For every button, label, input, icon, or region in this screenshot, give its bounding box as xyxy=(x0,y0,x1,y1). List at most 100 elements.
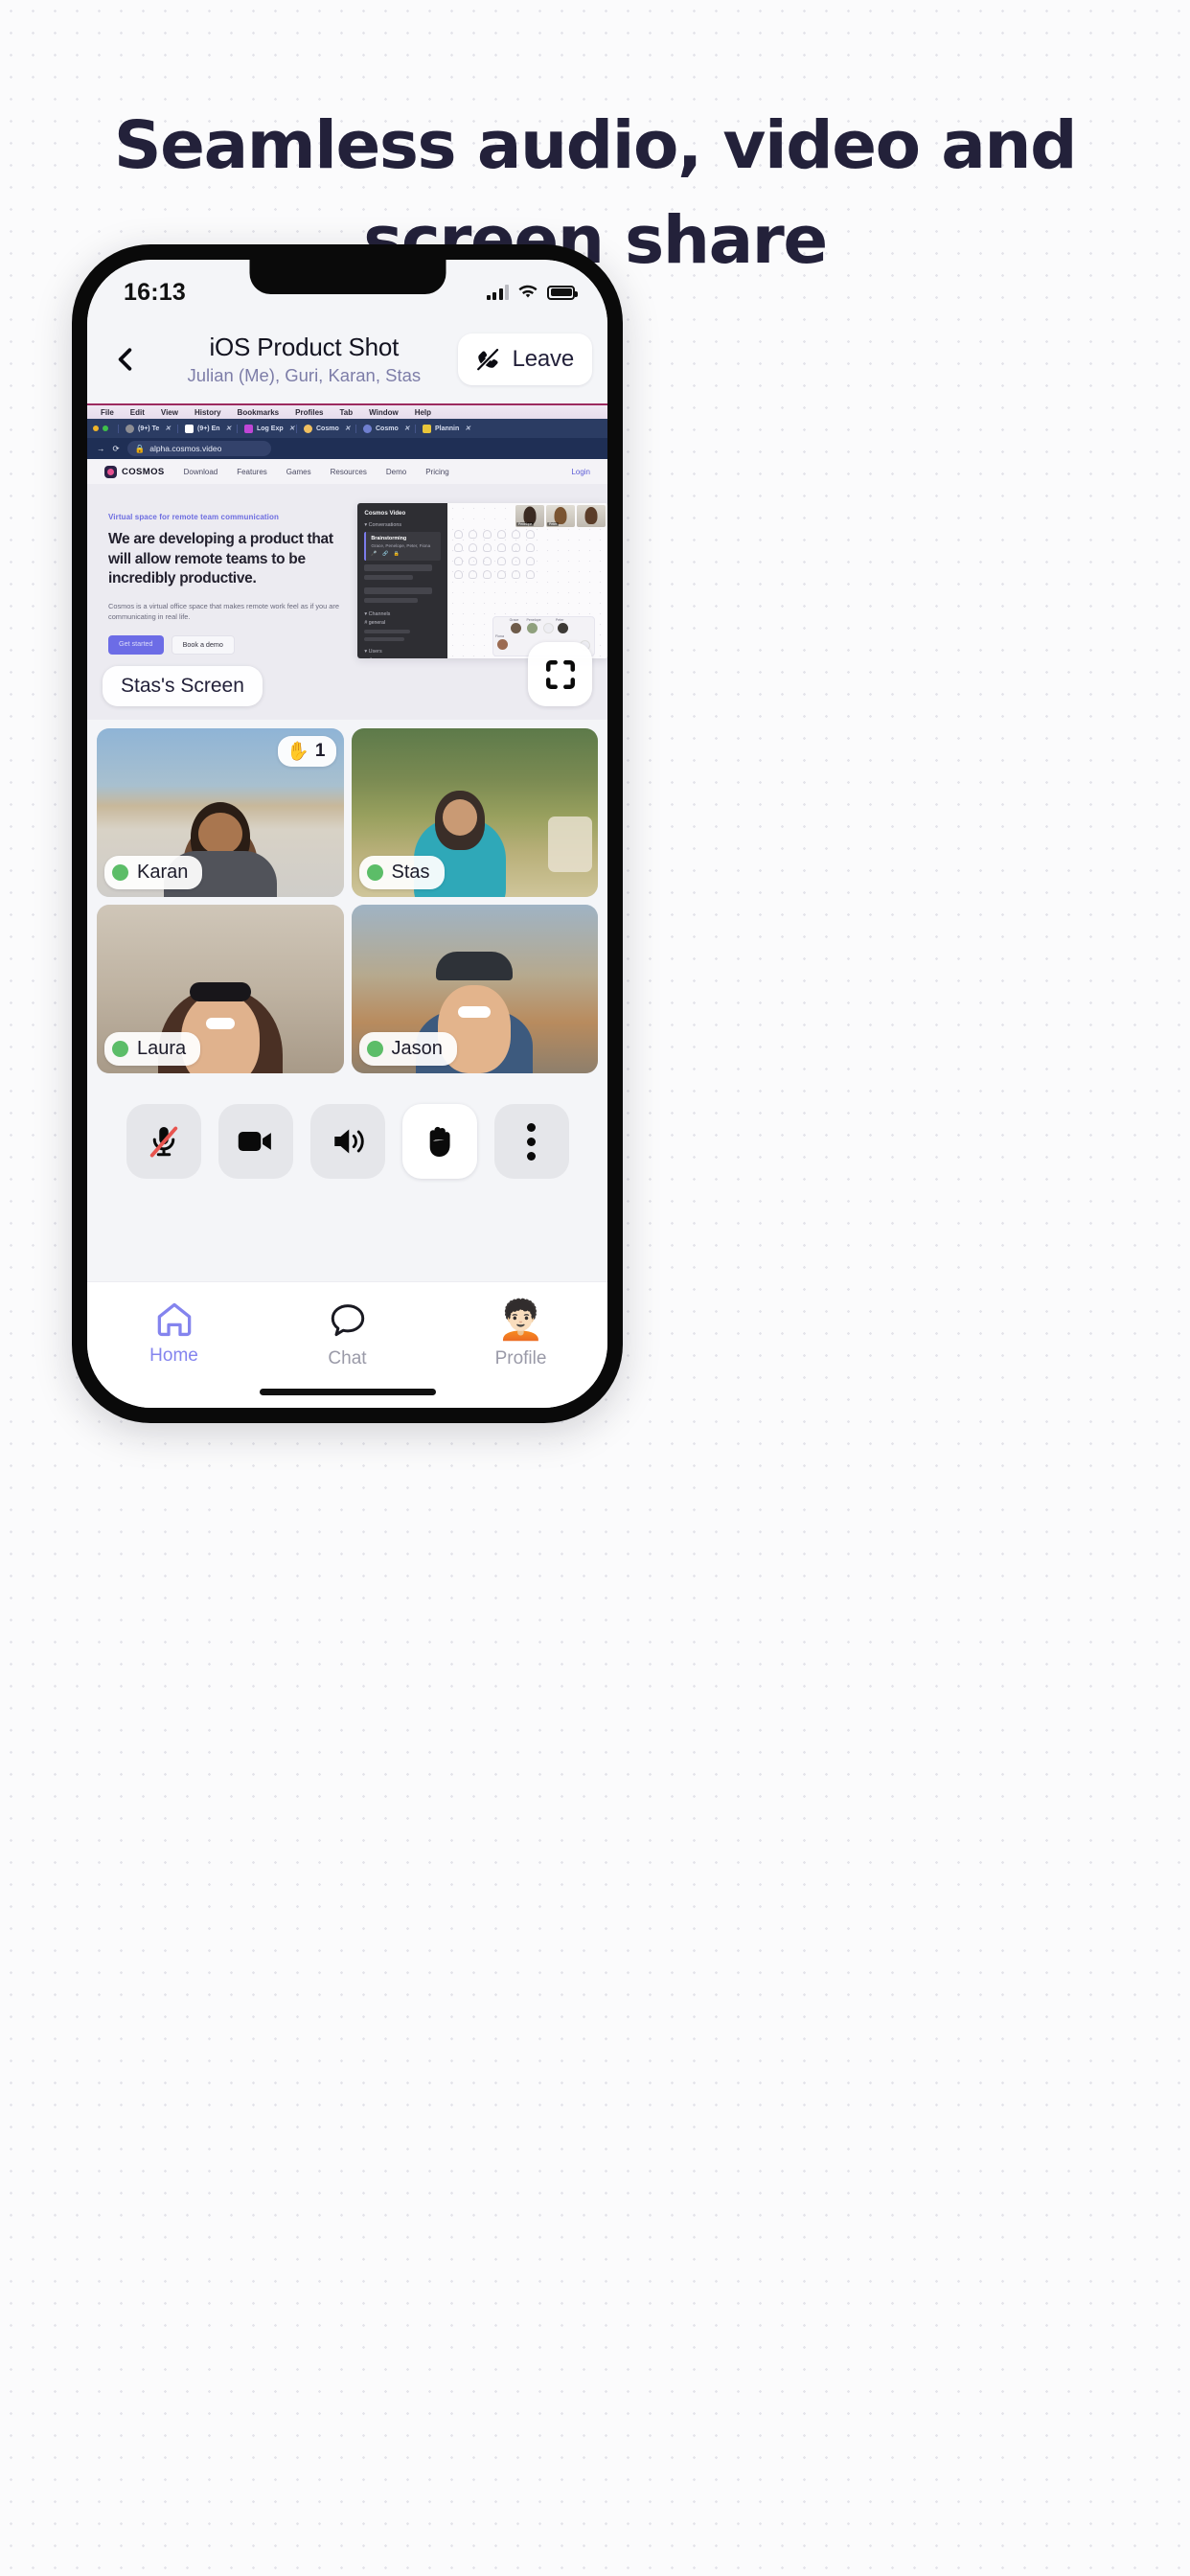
online-status-dot xyxy=(112,864,128,881)
leave-button[interactable]: Leave xyxy=(457,334,592,385)
participant-tile-laura[interactable]: Laura xyxy=(97,905,344,1073)
browser-urlbar: → ⟳ 🔒 alpha.cosmos.video xyxy=(87,438,607,459)
app-preview-channels-label: ▾ Channels xyxy=(364,611,391,617)
site-nav-item: Pricing xyxy=(425,467,449,476)
conversation-icons: 🎤 🔗 🔒 xyxy=(371,551,401,557)
window-controls xyxy=(93,426,108,431)
browser-tab-label: Plannin xyxy=(435,425,460,432)
app-preview-title: Cosmos Video xyxy=(364,510,406,517)
raise-hand-button[interactable] xyxy=(401,1104,477,1179)
video-camera-icon xyxy=(238,1132,271,1151)
tab-chat-label: Chat xyxy=(328,1348,367,1368)
app-preview-conversations-label: ▾ Conversations xyxy=(364,522,402,528)
app-preview-conversation: Brainstorming Grace, Penelope, Peter, Fi… xyxy=(364,532,442,561)
browser-tab: Cosmo ✕ xyxy=(296,424,355,433)
call-title: iOS Product Shot xyxy=(209,333,400,361)
room-label: Peter xyxy=(555,618,564,622)
participant-name-pill: Jason xyxy=(358,1032,457,1066)
browser-tab: Log Exp ✕ xyxy=(237,424,296,433)
phone-hangup-icon xyxy=(476,348,498,371)
more-options-button[interactable] xyxy=(493,1104,569,1179)
app-preview-users-label: ▾ Users xyxy=(364,649,382,655)
browser-tab-label: Log Exp xyxy=(257,425,284,432)
site-brand-label: COSMOS xyxy=(122,466,165,477)
site-nav-item: Resources xyxy=(330,467,367,476)
tab-profile[interactable]: 🧑🏻‍🦱 Profile xyxy=(434,1301,607,1369)
hero-eyebrow: Virtual space for remote team communicat… xyxy=(108,513,279,521)
fullscreen-button[interactable] xyxy=(528,642,592,706)
skeleton-row xyxy=(364,598,419,603)
room-avatar xyxy=(497,639,509,650)
app-preview-video-tiles: Penelope Peter xyxy=(515,505,606,527)
site-nav-item: Download xyxy=(183,467,218,476)
mac-menu-item: Bookmarks xyxy=(237,407,280,417)
microphone-muted-button[interactable] xyxy=(126,1104,201,1179)
back-button[interactable] xyxy=(101,334,150,384)
tab-chat[interactable]: Chat xyxy=(261,1301,434,1369)
cellular-bars-icon xyxy=(486,285,509,300)
call-participants-subtitle: Julian (Me), Guri, Karan, Stas xyxy=(187,365,422,385)
participant-tile-karan[interactable]: ✋ 1 Karan xyxy=(97,728,344,897)
microphone-muted-icon xyxy=(149,1126,177,1158)
arrow-right-icon: → xyxy=(97,444,105,453)
hand-raised-badge: ✋ 1 xyxy=(278,736,336,767)
site-nav-item: Games xyxy=(286,467,311,476)
room-avatar xyxy=(510,623,521,633)
online-status-dot xyxy=(112,1041,128,1057)
skeleton-row xyxy=(364,575,414,580)
mac-menu-item: History xyxy=(194,407,221,417)
tab-home[interactable]: Home xyxy=(87,1301,261,1367)
participant-tile-stas[interactable]: Stas xyxy=(351,728,598,897)
browser-tab: Cosmo ✕ xyxy=(355,424,415,433)
book-demo-button: Book a demo xyxy=(171,634,235,655)
mac-menubar: File Edit View History Bookmarks Profile… xyxy=(87,403,607,419)
participant-name: Jason xyxy=(391,1038,443,1059)
site-nav-item: Demo xyxy=(385,467,407,476)
app-preview-sidebar: Cosmos Video ▾ Conversations Brainstormi… xyxy=(357,503,448,658)
participant-name: Stas xyxy=(391,862,430,883)
status-bar-indicators xyxy=(486,285,578,300)
participant-tile-jason[interactable]: Jason xyxy=(351,905,598,1073)
room-label: Penelope xyxy=(526,618,541,622)
user-item: Lawrence xyxy=(364,657,441,658)
site-hero: Virtual space for remote team communicat… xyxy=(87,484,607,658)
chevron-left-icon xyxy=(118,348,132,371)
video-tile: Penelope xyxy=(515,505,544,527)
phone-screen: 16:13 iOS Product Shot Julian (Me), Guri… xyxy=(87,260,607,1408)
site-nav-item: Features xyxy=(237,467,267,476)
cosmos-logo-icon xyxy=(104,465,117,478)
site-navbar: COSMOS Download Features Games Resources… xyxy=(87,459,607,484)
url-text: alpha.cosmos.video xyxy=(149,444,222,453)
phone-notch xyxy=(249,260,446,294)
browser-tab-label: Cosmo xyxy=(316,425,339,432)
mac-menu-item: Edit xyxy=(129,407,145,417)
raised-hand-icon xyxy=(429,1126,450,1157)
home-icon xyxy=(157,1302,191,1337)
room-avatar xyxy=(557,623,568,633)
participant-name-pill: Karan xyxy=(104,856,203,889)
participant-name-pill: Laura xyxy=(104,1032,201,1066)
browser-tab: (9+) Te ✕ xyxy=(118,424,177,433)
chat-bubble-icon xyxy=(331,1304,364,1337)
video-tile xyxy=(576,505,606,527)
padlock-icon: 🔒 xyxy=(134,443,146,453)
screenshare-panel[interactable]: File Edit View History Bookmarks Profile… xyxy=(87,403,607,720)
browser-tab-label: (9+) Te xyxy=(138,425,160,432)
speaker-button[interactable] xyxy=(309,1104,385,1179)
hand-raised-count: 1 xyxy=(314,741,326,761)
call-header: iOS Product Shot Julian (Me), Guri, Kara… xyxy=(87,317,607,402)
fullscreen-expand-icon xyxy=(545,659,575,689)
video-tile-name: Penelope xyxy=(515,522,535,526)
hero-app-preview: Cosmos Video ▾ Conversations Brainstormi… xyxy=(357,499,607,658)
participants-grid: ✋ 1 Karan Stas Laura Jason xyxy=(87,720,607,1073)
call-controls xyxy=(87,1073,607,1208)
call-title-block: iOS Product Shot Julian (Me), Guri, Kara… xyxy=(150,333,458,386)
hero-heading: We are developing a product that will al… xyxy=(108,531,333,587)
camera-button[interactable] xyxy=(217,1104,293,1179)
mac-menu-item: Tab xyxy=(339,407,354,417)
mac-menu-item: File xyxy=(101,407,114,417)
video-tile-name: Peter xyxy=(546,522,560,526)
mac-menu-item: Window xyxy=(369,407,399,417)
speaker-icon xyxy=(333,1129,364,1154)
status-bar-time: 16:13 xyxy=(124,278,186,306)
